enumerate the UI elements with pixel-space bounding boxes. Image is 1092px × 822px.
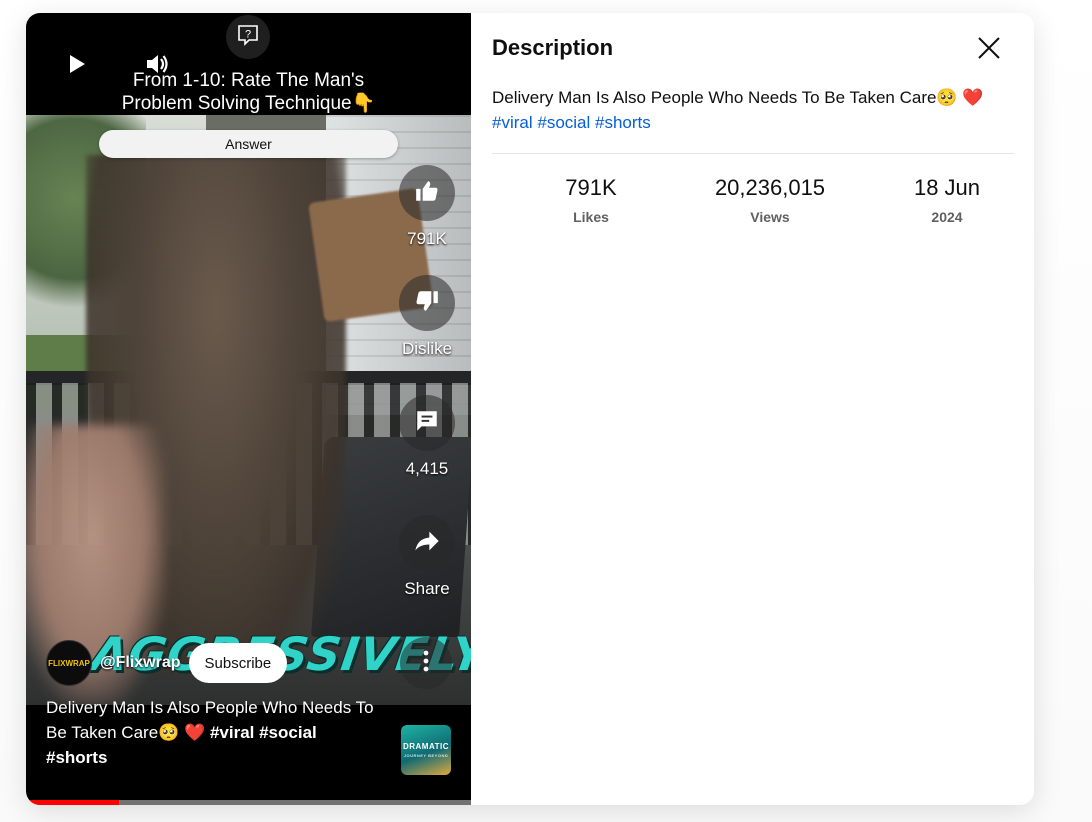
hashtag-social[interactable]: #social [537,113,590,132]
hashtag-shorts[interactable]: #shorts [595,113,651,132]
panel-title: Description [492,35,614,60]
more-vertical-icon [423,650,429,677]
dislike-button[interactable] [399,275,455,331]
more-options-button[interactable] [400,637,452,689]
svg-text:?: ? [245,28,251,40]
caption-line-1: From 1-10: Rate The Man's [132,70,365,91]
like-count: 791K [407,229,447,248]
stat-likes: 791K Likes [541,175,641,225]
channel-avatar[interactable]: FLIXWRAP [46,640,92,686]
video-caption: From 1-10: Rate The Man's Problem Solvin… [26,69,471,115]
sound-thumbnail-title: DRAMATIC [402,742,450,751]
video-title-tags[interactable]: #viral #social [210,723,317,742]
stat-likes-value: 791K [565,175,617,200]
like-action[interactable]: 791K [395,165,459,249]
shorts-card: ? From 1-10: Rate The Man's Problem Solv… [26,13,1034,805]
comment-count: 4,415 [405,459,449,478]
progress-fill [26,800,120,805]
sound-thumbnail-subtitle: JOURNEY BEYOND [403,753,449,758]
progress-bar[interactable] [26,800,471,805]
question-icon: ? [236,23,260,52]
comment-action[interactable]: 4,415 [395,395,459,479]
description-body: Delivery Man Is Also People Who Needs To… [492,85,1012,135]
channel-row: FLIXWRAP @Flixwrap Subscribe [46,640,288,686]
caption-line-2: Problem Solving Technique👇 [121,93,376,114]
share-action[interactable]: Share [395,515,459,599]
heart-emoji: ❤️ [184,723,206,742]
video-title[interactable]: Delivery Man Is Also People Who Needs To… [46,695,376,770]
stat-views-value: 20,236,015 [714,175,826,200]
divider [492,153,1014,154]
share-icon [413,527,441,560]
thumbs-down-icon [414,288,440,319]
close-icon [977,36,1001,65]
stat-date-year: 2024 [931,209,963,225]
description-panel: Description Delivery Man Is Also People … [471,13,1034,805]
video-player[interactable]: ? From 1-10: Rate The Man's Problem Solv… [26,13,471,805]
dislike-action[interactable]: Dislike [395,275,459,359]
thumbs-up-icon [414,178,440,209]
description-text: Delivery Man Is Also People Who Needs To… [492,88,963,107]
description-heart: ❤️ [962,88,984,107]
dislike-label: Dislike [401,339,453,358]
stat-views-label: Views [750,209,790,225]
video-title-tags-2[interactable]: #shorts [46,748,107,767]
comment-icon [414,408,440,439]
help-button[interactable]: ? [226,15,270,59]
stat-date-value: 18 Jun [913,175,981,200]
subscribe-button[interactable]: Subscribe [188,643,288,683]
channel-handle[interactable]: @Flixwrap [100,654,181,672]
stat-likes-label: Likes [573,209,609,225]
stat-date: 18 Jun 2024 [892,175,1002,225]
comment-button[interactable] [399,395,455,451]
stat-views: 20,236,015 Views [695,175,845,225]
sound-thumbnail[interactable]: DRAMATIC JOURNEY BEYOND [401,725,451,775]
hashtag-viral[interactable]: #viral [492,113,533,132]
share-button[interactable] [399,515,455,571]
close-button[interactable] [974,35,1004,65]
share-label: Share [404,579,450,598]
like-button[interactable] [399,165,455,221]
answer-button[interactable]: Answer [99,130,398,158]
